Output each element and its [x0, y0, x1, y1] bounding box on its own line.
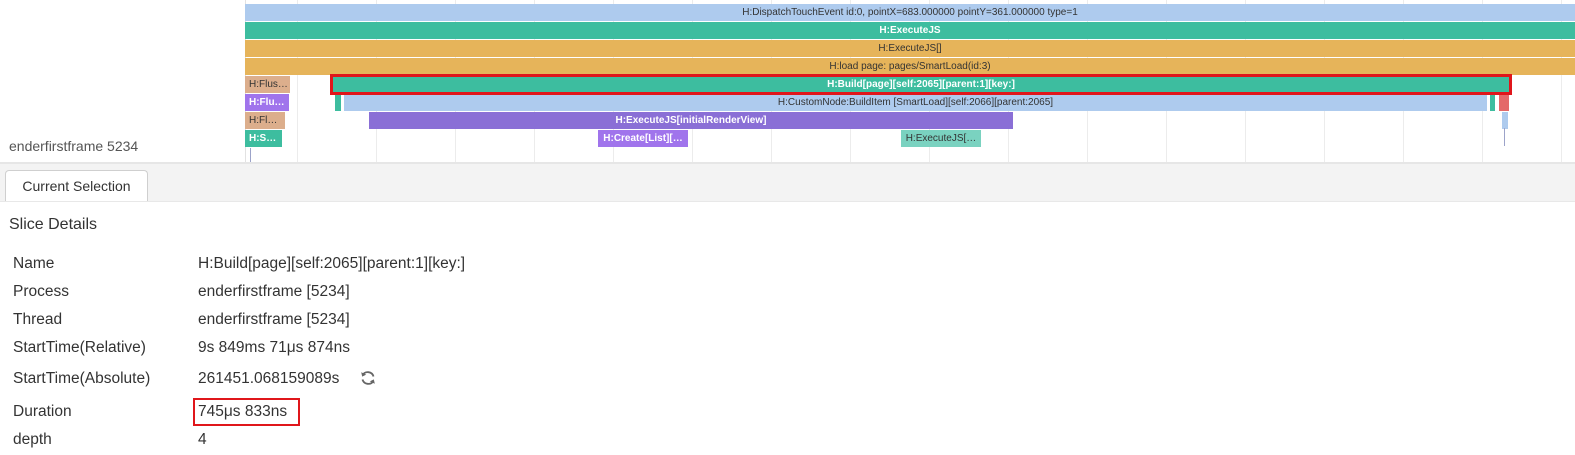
slice-s-4[interactable]: H:S… — [245, 130, 282, 147]
refresh-icon[interactable] — [359, 369, 377, 387]
detail-value: H:Build[page][self:2065][parent:1][key:] — [198, 255, 466, 272]
detail-key: StartTime(Relative) — [13, 339, 146, 356]
trace-area: enderfirstframe 5234 H:DispatchTouchEven… — [0, 0, 1575, 162]
slice-flu-2[interactable]: H:Flu… — [245, 94, 289, 111]
tab-current-selection[interactable]: Current Selection — [5, 170, 148, 201]
detail-key: depth — [13, 431, 52, 448]
slice-build-page-selected[interactable]: H:Build[page][self:2065][parent:1][key:] — [330, 74, 1512, 95]
details-panel: Current Selection Slice Details Name H:B… — [0, 164, 1575, 455]
track-name[interactable]: enderfirstframe 5234 — [9, 138, 138, 154]
track-label-column: enderfirstframe 5234 — [0, 0, 246, 162]
slice-fl-3[interactable]: H:Fl… — [245, 112, 285, 129]
detail-key: Thread — [13, 311, 63, 328]
detail-key: StartTime(Absolute) — [13, 370, 151, 387]
slice-execute-js-short[interactable]: H:ExecuteJS[… — [901, 130, 981, 147]
slice-custom-node-build-item[interactable]: H:CustomNode:BuildItem [SmartLoad][self:… — [344, 94, 1487, 111]
detail-value: enderfirstframe [5234] — [198, 311, 350, 328]
detail-key: Duration — [13, 403, 72, 420]
marker-tick — [250, 148, 251, 162]
flame-chart[interactable]: H:DispatchTouchEvent id:0, pointX=683.00… — [245, 0, 1575, 162]
detail-value: 261451.068159089s — [198, 370, 340, 387]
slice-load-page[interactable]: H:load page: pages/SmartLoad(id:3) — [245, 58, 1575, 75]
marker-tick — [1504, 128, 1505, 146]
slice-create-list[interactable]: H:Create[List][… — [598, 130, 688, 147]
slice-small-red[interactable] — [1499, 94, 1509, 111]
slice-small-teal[interactable] — [335, 94, 341, 111]
slice-execute-js[interactable]: H:ExecuteJS — [245, 22, 1575, 39]
detail-value: enderfirstframe [5234] — [198, 283, 350, 300]
slice-dispatch-touch-event[interactable]: H:DispatchTouchEvent id:0, pointX=683.00… — [245, 4, 1575, 21]
duration-highlight-box — [193, 398, 300, 426]
tab-strip: Current Selection — [0, 164, 1575, 202]
section-title: Slice Details — [9, 216, 98, 233]
slice-execute-js-initial-render[interactable]: H:ExecuteJS[initialRenderView] — [369, 112, 1013, 129]
detail-value: 9s 849ms 71μs 874ns — [198, 339, 350, 356]
slice-small-blue[interactable] — [1502, 112, 1508, 129]
slice-small-teal-right[interactable] — [1490, 94, 1495, 111]
detail-key: Process — [13, 283, 69, 300]
detail-key: Name — [13, 255, 55, 272]
detail-value: 4 — [198, 431, 207, 448]
slice-execute-js-empty[interactable]: H:ExecuteJS[] — [245, 40, 1575, 57]
slice-flush-1[interactable]: H:Flus… — [245, 76, 290, 93]
